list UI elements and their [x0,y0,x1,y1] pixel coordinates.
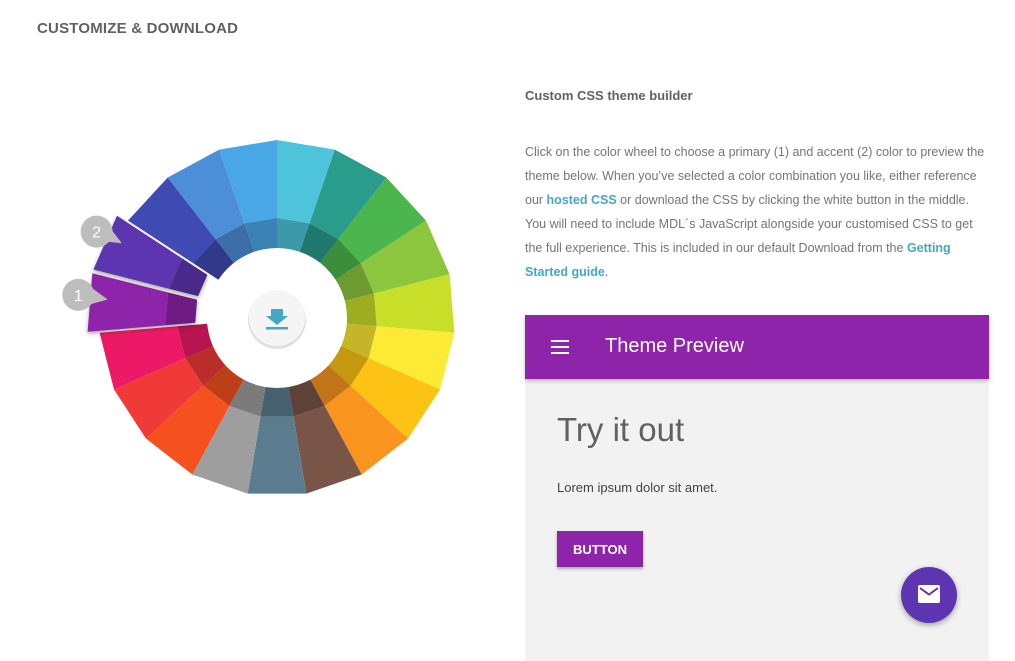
mail-icon [918,585,940,603]
builder-title: Custom CSS theme builder [525,88,693,103]
preview-fab[interactable] [901,567,957,623]
desc-text-3: . [604,265,609,279]
selection-marker-label: 1 [74,288,83,305]
preview-heading: Try it out [557,411,685,448]
menu-icon[interactable] [551,340,569,354]
preview-app-bar: Theme Preview [525,315,989,379]
download-button[interactable] [248,290,306,349]
preview-button[interactable]: BUTTON [557,531,643,567]
hosted-css-link[interactable]: hosted CSS [547,193,617,207]
preview-body-text: Lorem ipsum dolor sit amet. [557,480,718,495]
theme-preview: Theme Preview Try it out Lorem ipsum dol… [525,315,989,661]
builder-description: Click on the color wheel to choose a pri… [525,140,989,284]
color-wheel[interactable]: 12 [0,0,500,661]
selection-marker-label: 2 [92,225,101,242]
preview-app-bar-title: Theme Preview [605,335,744,357]
